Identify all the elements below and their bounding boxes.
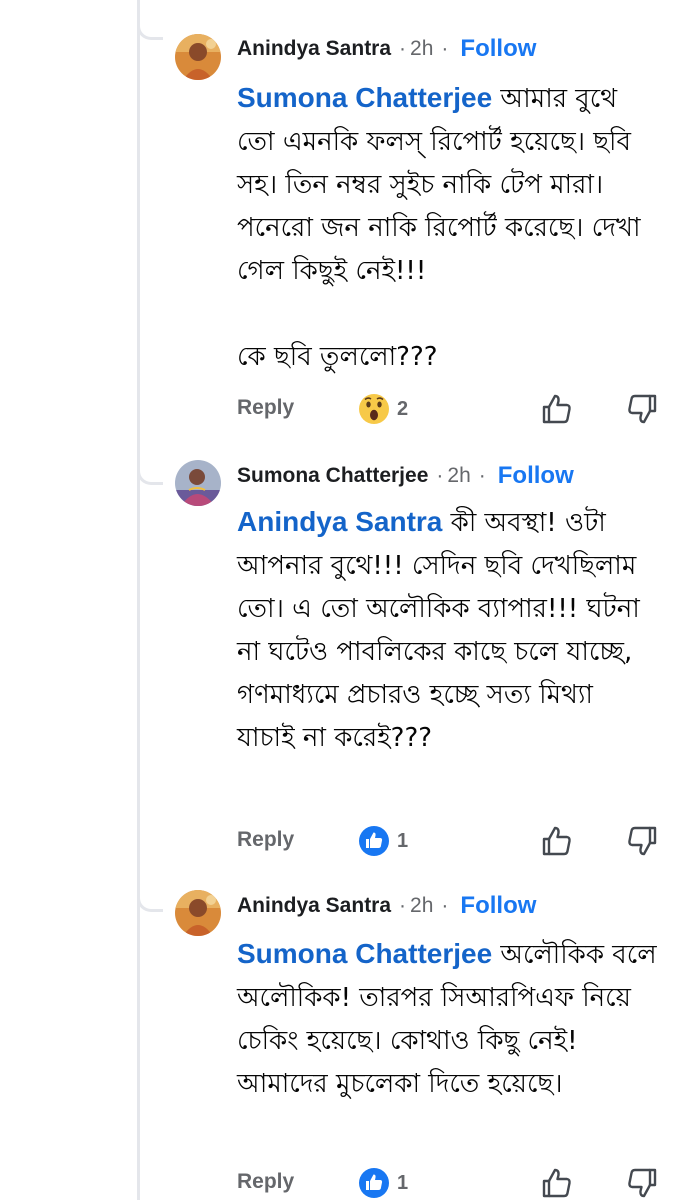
- dislike-button[interactable]: [625, 392, 659, 426]
- comment-actions: Reply 2: [237, 392, 667, 426]
- thumbs-up-icon: [542, 1168, 571, 1198]
- thumbs-down-icon: [628, 394, 657, 424]
- like-button[interactable]: [540, 824, 574, 858]
- like-reaction-icon: [359, 826, 389, 856]
- dislike-button[interactable]: [625, 1166, 659, 1200]
- separator-dot: ·: [399, 37, 407, 60]
- separator-dot: ·: [441, 37, 449, 60]
- reply-button[interactable]: Reply: [237, 1170, 294, 1194]
- dislike-button[interactable]: [625, 824, 659, 858]
- thumbs-down-icon: [628, 1168, 657, 1198]
- separator-dot: ·: [399, 894, 407, 917]
- comment-text: Anindya Santra কী অবস্থা! ওটা আপনার বুথে…: [237, 500, 657, 760]
- avatar[interactable]: [175, 460, 221, 506]
- reaction-count: 1: [397, 829, 409, 852]
- reaction-count: 1: [397, 1171, 409, 1194]
- author-name[interactable]: Sumona Chatterjee: [237, 464, 428, 488]
- thumbs-up-icon: [542, 394, 571, 424]
- reply-connector: [137, 459, 163, 485]
- comment-body: কী অবস্থা! ওটা আপনার বুথে!!! সেদিন ছবি দ…: [237, 508, 649, 753]
- follow-button[interactable]: Follow: [498, 462, 574, 490]
- like-button[interactable]: [540, 392, 574, 426]
- comment-header: Sumona Chatterjee · 2h · Follow: [237, 461, 574, 491]
- follow-button[interactable]: Follow: [460, 892, 536, 920]
- separator-dot: ·: [441, 894, 449, 917]
- reaction-summary[interactable]: 2: [357, 392, 408, 426]
- mention-link[interactable]: Sumona Chatterjee: [237, 938, 492, 969]
- thumbs-down-icon: [628, 826, 657, 856]
- thumbs-up-icon: [542, 826, 571, 856]
- reply-connector: [137, 886, 163, 912]
- like-reaction-icon: [359, 1168, 389, 1198]
- comment-actions: Reply 1: [237, 1166, 667, 1200]
- comment-body: আমার বুথে তো এমনকি ফলস্ রিপোর্ট হয়েছে। …: [237, 84, 641, 372]
- timestamp[interactable]: 2h: [447, 464, 470, 488]
- follow-button[interactable]: Follow: [460, 35, 536, 63]
- comment-header: Anindya Santra · 2h · Follow: [237, 891, 536, 921]
- reaction-count: 2: [397, 397, 409, 420]
- comment-header: Anindya Santra · 2h · Follow: [237, 34, 536, 64]
- timestamp[interactable]: 2h: [410, 894, 433, 918]
- comment-actions: Reply 1: [237, 824, 667, 858]
- avatar[interactable]: [175, 890, 221, 936]
- comment-text: Sumona Chatterjee অলৌকিক বলে অলৌকিক! তার…: [237, 932, 657, 1106]
- timestamp[interactable]: 2h: [410, 37, 433, 61]
- reply-connector: [137, 14, 163, 40]
- separator-dot: ·: [436, 464, 444, 487]
- mention-link[interactable]: Sumona Chatterjee: [237, 82, 492, 113]
- separator-dot: ·: [478, 464, 486, 487]
- wow-reaction-icon: [359, 394, 389, 424]
- like-button[interactable]: [540, 1166, 574, 1200]
- avatar[interactable]: [175, 34, 221, 80]
- author-name[interactable]: Anindya Santra: [237, 37, 391, 61]
- thread-line: [137, 0, 140, 1200]
- reply-button[interactable]: Reply: [237, 396, 294, 420]
- reply-button[interactable]: Reply: [237, 828, 294, 852]
- mention-link[interactable]: Anindya Santra: [237, 506, 442, 537]
- reaction-summary[interactable]: 1: [357, 1166, 408, 1200]
- author-name[interactable]: Anindya Santra: [237, 894, 391, 918]
- reaction-summary[interactable]: 1: [357, 824, 408, 858]
- comment-text: Sumona Chatterjee আমার বুথে তো এমনকি ফলস…: [237, 76, 657, 379]
